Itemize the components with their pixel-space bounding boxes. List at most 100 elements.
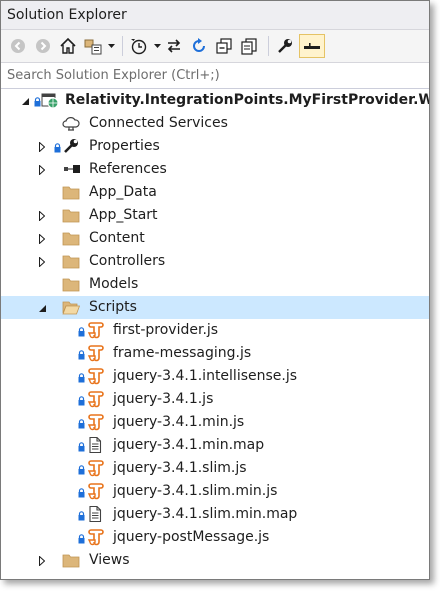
js-file-icon (86, 459, 104, 477)
project-label: Relativity.IntegrationPoints.MyFirstProv… (65, 92, 430, 108)
tree-item-file[interactable]: jquery-3.4.1.intellisense.js (1, 365, 429, 388)
web-project-icon (41, 91, 59, 109)
folder-icon (62, 229, 80, 247)
tree-item-file[interactable]: jquery-3.4.1.min.js (1, 411, 429, 434)
tree-item-file[interactable]: jquery-postMessage.js (1, 526, 429, 549)
collapse-all-icon[interactable] (213, 35, 235, 57)
tree-item-app-data[interactable]: App_Data (1, 181, 429, 204)
tree-item-connected-services[interactable]: Connected Services (1, 112, 429, 135)
folder-open-icon (62, 298, 80, 316)
search-bar (1, 63, 429, 89)
folder-icon (62, 275, 80, 293)
tree-item-label: Content (89, 230, 145, 246)
tree-item-file[interactable]: jquery-3.4.1.slim.min.js (1, 480, 429, 503)
tree-item-label: jquery-3.4.1.slim.min.map (113, 506, 298, 522)
js-file-icon (86, 321, 104, 339)
chevron-down-icon[interactable] (153, 35, 161, 57)
tree-item-file[interactable]: jquery-3.4.1.js (1, 388, 429, 411)
switch-views-icon[interactable] (82, 35, 104, 57)
tree-item-app-start[interactable]: App_Start (1, 204, 429, 227)
folder-icon (62, 206, 80, 224)
js-file-icon (86, 344, 104, 362)
lock-icon (78, 463, 85, 475)
tree-item-label: jquery-3.4.1.intellisense.js (113, 368, 298, 384)
expand-arrow-down-icon[interactable] (20, 89, 30, 112)
pending-changes-filter-icon[interactable] (128, 35, 150, 57)
tree-item-label: App_Start (89, 207, 158, 223)
expand-arrow-right-icon[interactable] (37, 135, 47, 158)
js-file-icon (86, 367, 104, 385)
search-input[interactable] (1, 67, 429, 84)
tree-item-file[interactable]: first-provider.js (1, 319, 429, 342)
folder-icon (62, 551, 80, 569)
tree-item-file[interactable]: jquery-3.4.1.slim.min.map (1, 503, 429, 526)
lock-icon (78, 532, 85, 544)
lock-icon (78, 417, 85, 429)
tree-item-scripts[interactable]: Scripts (1, 296, 429, 319)
tree-item-content[interactable]: Content (1, 227, 429, 250)
map-file-icon (86, 505, 104, 523)
expand-arrow-right-icon[interactable] (37, 250, 47, 273)
tree-item-label: Scripts (89, 299, 137, 315)
tree-item-label: jquery-3.4.1.slim.js (113, 460, 247, 476)
show-all-files-icon[interactable] (238, 35, 260, 57)
folder-icon (62, 183, 80, 201)
expand-arrow-right-icon[interactable] (37, 204, 47, 227)
tree-item-label: frame-messaging.js (113, 345, 252, 361)
title-bar: Solution Explorer (1, 1, 429, 30)
tree-item-file[interactable]: jquery-3.4.1.min.map (1, 434, 429, 457)
properties-wrench-icon[interactable] (274, 35, 296, 57)
toolbar (1, 30, 429, 63)
expand-arrow-right-icon[interactable] (37, 158, 47, 181)
back-icon[interactable] (7, 35, 29, 57)
tree-item-controllers[interactable]: Controllers (1, 250, 429, 273)
tree-item-references[interactable]: References (1, 158, 429, 181)
lock-icon (78, 348, 85, 360)
js-file-icon (86, 482, 104, 500)
expand-arrow-right-icon[interactable] (37, 227, 47, 250)
solution-explorer-window: Solution Explorer Search Solution Explor… (0, 0, 430, 580)
tree-item-views[interactable]: Views (1, 549, 429, 572)
tree-item-label: jquery-3.4.1.min.map (113, 437, 265, 453)
toolbar-separator (268, 36, 269, 56)
home-icon[interactable] (57, 35, 79, 57)
tree-item-label: Controllers (89, 253, 166, 269)
forward-icon[interactable] (32, 35, 54, 57)
tree-item-label: Models (89, 276, 139, 292)
tree-item-models[interactable]: Models (1, 273, 429, 296)
tree-item-label: jquery-3.4.1.min.js (113, 414, 245, 430)
lock-icon (78, 371, 85, 383)
folder-icon (62, 252, 80, 270)
chevron-down-icon[interactable] (107, 35, 115, 57)
tree-item-properties[interactable]: Properties (1, 135, 429, 158)
preview-selected-items-icon[interactable] (299, 34, 325, 58)
window-title: Solution Explorer (7, 7, 127, 23)
connected-services-icon (62, 114, 80, 132)
tree-item-label: jquery-postMessage.js (113, 529, 270, 545)
js-file-icon (86, 413, 104, 431)
js-file-icon (86, 390, 104, 408)
expand-arrow-down-icon[interactable] (37, 296, 47, 319)
lock-icon (78, 440, 85, 452)
tree-item-project[interactable]: Relativity.IntegrationPoints.MyFirstProv… (1, 89, 429, 112)
js-file-icon (86, 528, 104, 546)
lock-icon (78, 509, 85, 521)
map-file-icon (86, 436, 104, 454)
sync-icon[interactable] (163, 35, 185, 57)
expand-arrow-right-icon[interactable] (37, 549, 47, 572)
refresh-icon[interactable] (188, 35, 210, 57)
lock-icon (54, 141, 61, 153)
tree-item-label: Views (89, 552, 130, 568)
tree-item-label: References (89, 161, 167, 177)
tree-item-file[interactable]: frame-messaging.js (1, 342, 429, 365)
tree-item-label: jquery-3.4.1.slim.min.js (113, 483, 278, 499)
lock-icon (78, 486, 85, 498)
tree-item-label: Connected Services (89, 115, 228, 131)
wrench-icon (62, 137, 80, 155)
tree-item-file[interactable]: jquery-3.4.1.slim.js (1, 457, 429, 480)
references-icon (62, 160, 80, 178)
tree-item-label: App_Data (89, 184, 157, 200)
solution-tree: Relativity.IntegrationPoints.MyFirstProv… (1, 89, 429, 572)
tree-item-label: first-provider.js (113, 322, 219, 338)
lock-icon (78, 394, 85, 406)
